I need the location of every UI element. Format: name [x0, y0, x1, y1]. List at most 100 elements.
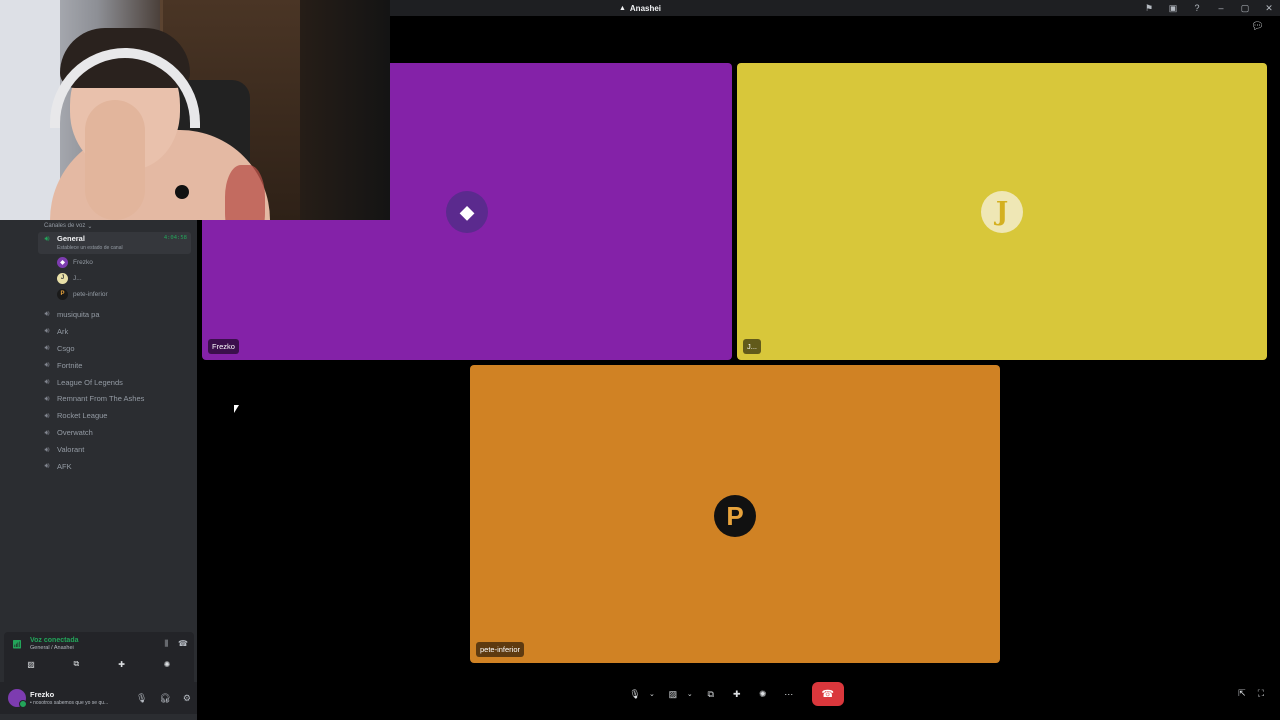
voice-channel-item[interactable]: 🔊︎ Overwatch [38, 424, 191, 441]
microphone-icon[interactable]: 🎙︎ [624, 682, 646, 706]
member-name: Frezko [73, 258, 93, 266]
avatar: P [714, 495, 756, 537]
voice-channel-item[interactable]: 🔊︎ AFK [38, 458, 191, 475]
voice-connected-panel: 📶︎ Voz conectada General / Anashei ⫼ ☎ ▨… [4, 632, 194, 682]
webcam-overlay [0, 0, 390, 220]
call-controls: 🎙︎ ⌄ ▨ ⌄ ⧉ ✚ ✺ ⋯ ☎ [624, 682, 844, 706]
avatar: J [57, 272, 68, 284]
speaker-icon: 🔊︎ [44, 343, 50, 353]
call-timer: 4:04:58 [163, 235, 187, 241]
camera-off-button[interactable]: ▨ [12, 657, 50, 671]
maximize-icon[interactable]: ▢ [1240, 3, 1250, 13]
speaker-icon: 🔊︎ [44, 427, 50, 437]
chevron-down-icon: ⌄ [87, 223, 93, 230]
voice-channel-item[interactable]: 🔊︎ musiquita pa [38, 306, 191, 323]
soundboard-button[interactable]: ✺ [148, 657, 186, 671]
signal-icon[interactable]: 📶︎ [12, 640, 26, 649]
avatar: J [981, 191, 1023, 233]
voice-member[interactable]: ◆ Frezko [57, 254, 197, 270]
speaker-icon: 🔊︎ [44, 326, 50, 336]
voice-channel-item[interactable]: 🔊︎ Rocket League [38, 407, 191, 424]
voice-channel-list: Canales de voz ⌄ 🔊︎ General Establece un… [0, 220, 197, 475]
avatar: ◆ [57, 256, 68, 268]
tile-name-label: J... [743, 339, 762, 354]
window-title-text: Anashei [629, 3, 662, 13]
channel-name: Remnant From The Ashes [57, 394, 145, 404]
user-status: • nosotros sabemos que yo se qu... [30, 700, 109, 706]
minimize-icon[interactable]: – [1216, 3, 1226, 13]
server-logo-icon: ▲ [618, 4, 626, 12]
speaker-icon: 🔊︎ [44, 234, 50, 243]
share-screen-button[interactable]: ⧉ [57, 657, 95, 671]
inbox-icon[interactable]: ▣ [1168, 3, 1178, 13]
flag-icon[interactable]: ⚑ [1144, 3, 1154, 13]
voice-member[interactable]: P pete-inferior [57, 286, 197, 302]
speaker-icon: 🔊︎ [44, 410, 50, 420]
tile-name-label: Frezko [208, 339, 239, 354]
pop-out-icon[interactable]: ⇱ [1238, 688, 1246, 699]
user-panel: Frezko • nosotros sabemos que yo se qu..… [0, 682, 197, 714]
help-icon[interactable]: ? [1192, 3, 1202, 13]
voice-status-subtitle[interactable]: General / Anashei [30, 645, 164, 651]
speaker-icon: 🔊︎ [44, 309, 50, 319]
activities-icon[interactable]: ✚ [726, 682, 748, 706]
end-call-button[interactable]: ☎ [811, 682, 844, 706]
fullscreen-icon[interactable]: ⛶ [1258, 688, 1264, 699]
voice-channel-item[interactable]: 🔊︎ Remnant From The Ashes [38, 390, 191, 407]
channel-name: Valorant [57, 445, 85, 455]
other-voice-channels: 🔊︎ musiquita pa 🔊︎ Ark 🔊︎ Csgo 🔊︎ Fortnite 🔊︎ Lea… [0, 306, 197, 475]
voice-status-title: Voz conectada [30, 637, 79, 644]
channel-name: Fortnite [57, 360, 83, 370]
video-tile-pete-inferior[interactable]: P pete-inferior [470, 365, 1000, 663]
activities-button[interactable]: ✚ [103, 657, 141, 671]
category-label: Canales de voz [44, 223, 86, 229]
channel-name: League Of Legends [57, 377, 123, 387]
member-name: pete-inferior [73, 290, 108, 298]
more-options-icon[interactable]: ⋯ [778, 682, 800, 706]
channel-name: Rocket League [57, 411, 108, 421]
discord-app: ▲ Anashei ⚑ ▣ ? – ▢ ✕ Canales de voz ⌄ 🔊… [0, 0, 1280, 720]
voice-channel-item[interactable]: 🔊︎ League Of Legends [38, 374, 191, 391]
share-screen-icon[interactable]: ⧉ [700, 682, 722, 706]
avatar[interactable] [8, 689, 27, 708]
channel-name: Overwatch [57, 428, 93, 438]
channel-name: musiquita pa [57, 309, 100, 319]
voice-channel-item[interactable]: 🔊︎ Valorant [38, 441, 191, 458]
voice-channel-general[interactable]: 🔊︎ General Establece un estado de canal … [38, 232, 191, 254]
avatar: P [57, 288, 68, 300]
channel-status[interactable]: Establece un estado de canal [57, 245, 123, 251]
voice-channel-item[interactable]: 🔊︎ Ark [38, 323, 191, 340]
headphones-icon[interactable]: 🎧︎ [159, 693, 170, 704]
chevron-down-icon[interactable]: ⌄ [646, 682, 658, 706]
voice-category-header[interactable]: Canales de voz ⌄ [0, 220, 197, 232]
window-title: ▲ Anashei [619, 4, 661, 13]
settings-gear-icon[interactable]: ⚙ [183, 693, 191, 704]
chevron-down-icon[interactable]: ⌄ [684, 682, 696, 706]
close-icon[interactable]: ✕ [1264, 3, 1274, 13]
channel-name: Ark [57, 326, 69, 336]
speaker-icon: 🔊︎ [44, 461, 50, 471]
bottom-right-controls: ⇱ ⛶ [1238, 688, 1264, 699]
channel-name: Csgo [57, 343, 75, 353]
soundboard-icon[interactable]: ✺ [752, 682, 774, 706]
user-name: Frezko [30, 690, 55, 699]
voice-member[interactable]: J J... [57, 270, 197, 286]
channel-name: AFK [57, 461, 72, 471]
voice-channel-item[interactable]: 🔊︎ Fortnite [38, 357, 191, 374]
avatar: ◆ [446, 191, 488, 233]
speaker-icon: 🔊︎ [44, 377, 50, 386]
speaker-icon: 🔊︎ [44, 444, 50, 454]
microphone-icon[interactable]: 🎙︎ [136, 693, 147, 704]
speaker-icon: 🔊︎ [44, 393, 50, 403]
speaker-icon: 🔊︎ [44, 360, 50, 370]
voice-channel-item[interactable]: 🔊︎ Csgo [38, 340, 191, 357]
channel-name: General [57, 234, 85, 243]
member-name: J... [73, 274, 82, 282]
video-tile-j[interactable]: J J... [737, 63, 1267, 360]
disconnect-icon[interactable]: ☎ [178, 639, 188, 649]
tile-name-label: pete-inferior [476, 642, 525, 657]
noise-suppression-icon[interactable]: ⫼ [164, 639, 168, 649]
chat-bubble-icon[interactable]: 💬︎ [1251, 21, 1264, 33]
camera-off-icon[interactable]: ▨ [662, 682, 684, 706]
mouse-cursor [234, 405, 239, 413]
